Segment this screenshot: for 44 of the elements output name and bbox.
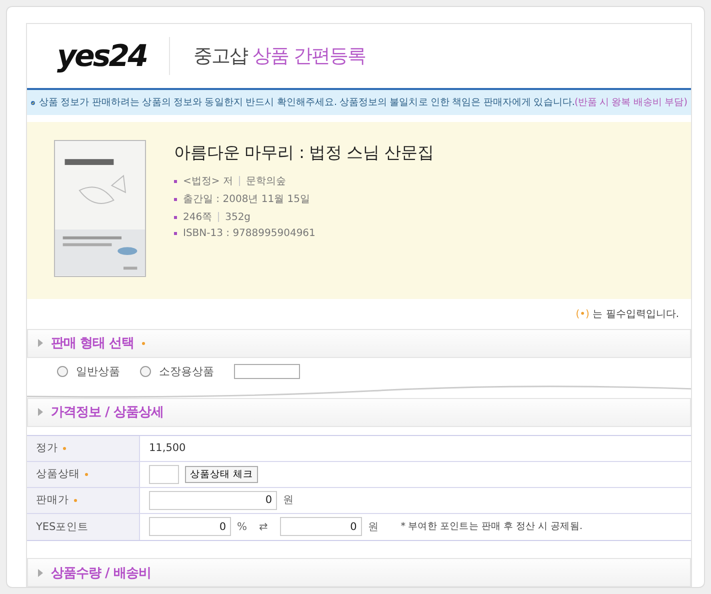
arrow-icon <box>38 339 43 348</box>
unit-label: % <box>237 520 247 533</box>
bullet-icon <box>174 180 177 183</box>
field-label: 판매가 <box>36 493 69 508</box>
book-info: 출간일 : 2008년 11월 15일 <box>183 193 310 206</box>
section-title: 가격정보 / 상품상세 <box>51 404 164 422</box>
swap-label: ⇄ <box>258 520 268 533</box>
field-label: 정가 <box>36 441 58 456</box>
section-header[interactable]: 가격정보 / 상품상세 <box>27 398 691 427</box>
section-title: 상품수량 / 배송비 <box>51 564 151 582</box>
radio-button[interactable] <box>140 366 151 377</box>
percent-field[interactable]: 0 <box>149 517 231 536</box>
section-header[interactable]: 판매 형태 선택 <box>27 328 691 358</box>
book-info: <법정> 저 <box>183 175 233 188</box>
section-title: 판매 형태 선택 <box>51 335 134 352</box>
bullet-icon <box>174 232 177 236</box>
radio-button[interactable] <box>57 366 68 377</box>
arrow-icon <box>38 408 43 416</box>
bullet-icon <box>174 198 177 201</box>
field-label: 상품상태 <box>36 467 80 482</box>
book-info: 352g <box>225 212 251 223</box>
notice-text: 상품 정보가 판매하려는 상품의 정보와 동일한지 반드시 확인해주세요. 상품정보의 불일치로 인한 책임은 판매자에게 있습니다.(반품 시 왕복 배송비 부담) <box>38 96 687 110</box>
unit-label: 원 <box>283 493 294 508</box>
book-title: 아름다운 마무리 : 법정 스님 산문집 <box>174 142 434 164</box>
bullet-icon <box>174 216 177 219</box>
book-info: ISBN-13 : 9788995904961 <box>183 228 316 240</box>
radio-label: 소장용상품 <box>159 364 214 379</box>
points-field[interactable]: 0 <box>280 517 362 536</box>
unit-label: 원 <box>368 520 379 534</box>
radio-label: 일반상품 <box>76 364 120 379</box>
condition-check-button[interactable]: 상품상태 체크 <box>185 466 258 483</box>
required-note: (•) 는 필수입력입니다. <box>576 308 679 320</box>
condition-field[interactable] <box>149 464 179 484</box>
price-value: 11,500 <box>149 442 186 454</box>
arrow-icon <box>38 568 43 577</box>
field-label: YES포인트 <box>36 520 89 534</box>
logo: yes24 <box>57 38 147 74</box>
dropdown[interactable] <box>234 364 300 379</box>
page-title: 중고샵 상품 간편등록 <box>194 44 366 70</box>
section-header[interactable]: 상품수량 / 배송비 <box>27 558 691 587</box>
book-info: 246쪽 <box>183 211 212 224</box>
points-hint: * 부여한 포인트는 판매 후 정산 시 공제됨. <box>400 520 582 534</box>
book-info: 문학의숲 <box>246 175 286 188</box>
sale-price-field[interactable]: 0 <box>149 490 277 510</box>
